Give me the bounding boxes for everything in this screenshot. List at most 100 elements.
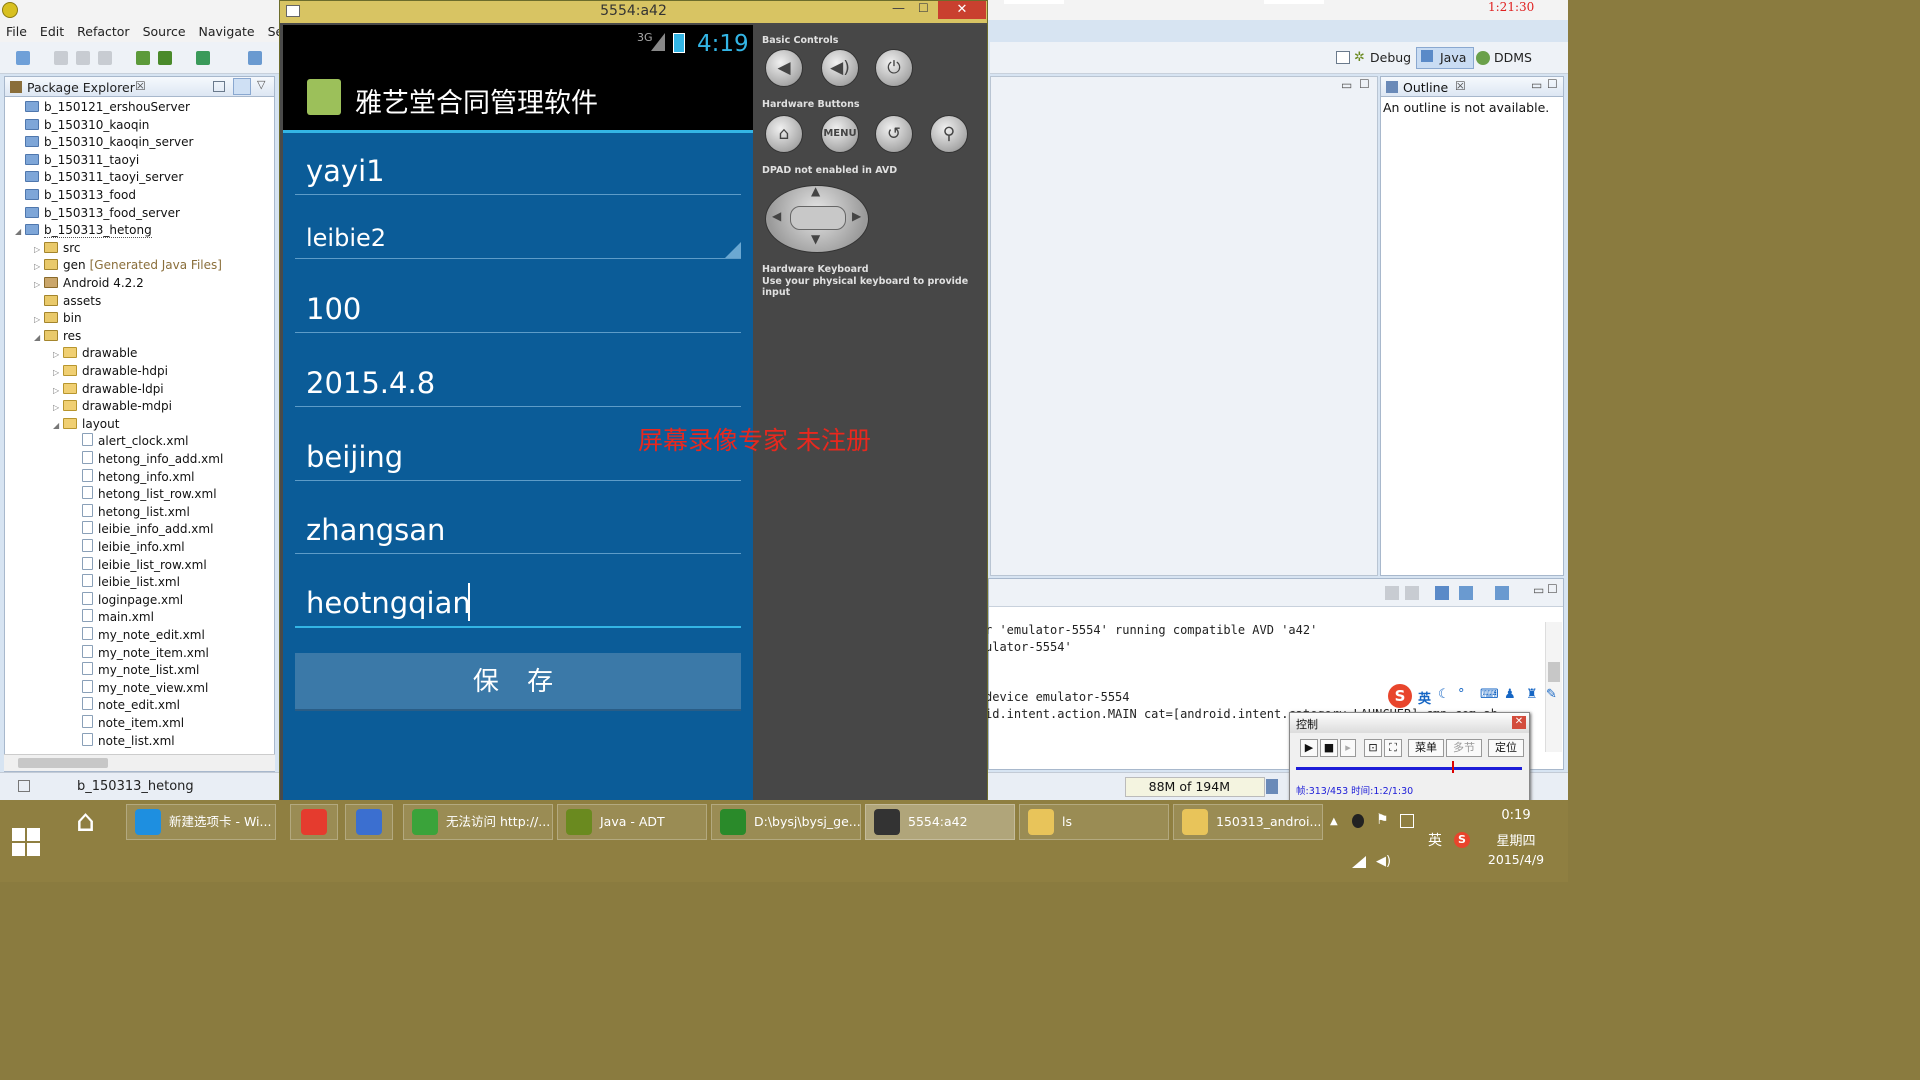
collapsed-icon[interactable]: ▷ [53, 364, 63, 381]
skin-icon[interactable]: ♜ [1526, 687, 1538, 702]
recorder-multi-button[interactable]: 多节 [1446, 739, 1482, 757]
pin-console-icon[interactable] [1435, 586, 1449, 600]
moon-icon[interactable]: ☾ [1438, 687, 1450, 702]
tree-item[interactable]: leibie_list.xml [72, 574, 180, 591]
clock-time[interactable]: 0:19 [1488, 808, 1544, 823]
view-menu-icon[interactable]: ▽ [257, 78, 265, 91]
tree-item[interactable]: ◢ layout [53, 416, 119, 433]
maximize-icon[interactable]: ☐ [1359, 77, 1370, 91]
close-icon[interactable]: ✕ [1512, 716, 1526, 729]
close-view-icon[interactable]: ☒ [135, 79, 146, 93]
volume-up-button[interactable]: ◀) [821, 49, 859, 87]
collapsed-icon[interactable]: ▷ [34, 241, 44, 258]
tree-item[interactable]: leibie_info_add.xml [72, 521, 213, 538]
punctuation-icon[interactable]: ° [1458, 687, 1465, 702]
avd-manager-icon[interactable] [158, 51, 172, 65]
close-view-icon[interactable]: ☒ [1455, 79, 1466, 93]
collapse-all-icon[interactable] [213, 81, 225, 92]
save-all-icon[interactable] [76, 51, 90, 65]
collapsed-icon[interactable]: ▷ [34, 258, 44, 275]
tree-item[interactable]: hetong_list_row.xml [72, 486, 217, 503]
tree-item[interactable]: loginpage.xml [72, 591, 183, 609]
tree-item[interactable]: ▷ drawable-ldpi [53, 381, 164, 398]
fit-window-button[interactable]: ⊡ [1364, 739, 1382, 757]
tree-item[interactable]: ▷ gen [Generated Java Files] [34, 257, 222, 274]
tree-item[interactable]: ▷ src [34, 240, 81, 257]
qq-icon[interactable] [1352, 814, 1364, 828]
volume-down-button[interactable]: ◀ [765, 49, 803, 87]
recorder-progress-track[interactable] [1296, 767, 1522, 770]
minimize-icon[interactable]: ▭ [1533, 583, 1544, 597]
tree-item[interactable]: my_note_view.xml [72, 679, 208, 697]
minimize-icon[interactable]: ▭ [1341, 78, 1352, 92]
tree-item[interactable]: my_note_edit.xml [72, 627, 205, 644]
tree-item[interactable]: ◢ res [34, 328, 81, 345]
open-console-icon[interactable] [1495, 586, 1509, 600]
recorder-progress-marker[interactable] [1451, 761, 1454, 773]
perspective-debug[interactable]: Debug [1370, 50, 1411, 65]
tree-item[interactable]: b_150310_kaoqin_server [15, 134, 193, 151]
collapsed-icon[interactable]: ▷ [53, 382, 63, 399]
package-explorer-title[interactable]: Package Explorer [27, 80, 135, 95]
maximize-button[interactable]: ☐ [918, 1, 929, 15]
garbage-collect-icon[interactable] [1266, 779, 1278, 794]
sogou-logo-icon[interactable]: S [1388, 684, 1412, 708]
perspective-ddms[interactable]: DDMS [1494, 50, 1532, 65]
fullscreen-button[interactable]: ⛶ [1384, 739, 1402, 757]
taskbar-button[interactable] [290, 804, 338, 840]
tree-item[interactable]: leibie_list_row.xml [72, 556, 207, 574]
volume-icon[interactable]: ◀) [1376, 854, 1391, 869]
menu-edit[interactable]: Edit [40, 24, 64, 39]
new-icon[interactable] [16, 51, 30, 65]
link-editor-icon[interactable] [233, 78, 251, 95]
taskbar-button[interactable]: D:\bysj\bysj_ge... [711, 804, 861, 840]
device-icon[interactable] [1400, 814, 1414, 828]
contract-name-field[interactable]: yayi1 [295, 147, 741, 195]
recorder-menu-button[interactable]: 菜单 [1408, 739, 1444, 757]
tree-item[interactable]: hetong_info_add.xml [72, 451, 223, 468]
home-icon[interactable]: ⌂ [76, 804, 95, 839]
tree-item[interactable]: hetong_list.xml [72, 503, 190, 521]
menu-navigate[interactable]: Navigate [199, 24, 255, 39]
tree-item[interactable]: b_150311_taoyi [15, 152, 139, 169]
open-perspective-icon[interactable] [1336, 51, 1350, 64]
horizontal-scrollbar[interactable] [4, 754, 275, 771]
collapsed-icon[interactable]: ▷ [53, 346, 63, 363]
perspective-java[interactable]: Java [1440, 50, 1466, 65]
maximize-icon[interactable]: ☐ [1547, 77, 1558, 91]
ime-language[interactable]: 英 [1418, 688, 1431, 707]
save-button[interactable]: 保 存 [295, 653, 741, 711]
taskbar-button[interactable]: ls [1019, 804, 1169, 840]
taskbar-button[interactable] [345, 804, 393, 840]
tree-item[interactable]: b_150313_food [15, 187, 136, 204]
tree-item[interactable]: note_item.xml [72, 715, 184, 732]
lint-icon[interactable] [196, 51, 210, 65]
tree-item[interactable]: ◢ b_150313_hetong [15, 222, 152, 239]
tree-item[interactable]: b_150313_food_server [15, 205, 180, 222]
maximize-icon[interactable]: ☐ [1547, 582, 1558, 596]
menu-refactor[interactable]: Refactor [77, 24, 129, 39]
taskbar-button[interactable]: 新建选项卡 - Wi... [126, 804, 276, 840]
fast-view-icon[interactable] [18, 780, 30, 792]
menu-source[interactable]: Source [143, 24, 186, 39]
tray-language[interactable]: 英 [1428, 830, 1442, 850]
collapsed-icon[interactable]: ▷ [34, 276, 44, 293]
tree-item[interactable]: hetong_info.xml [72, 468, 195, 486]
collapsed-icon[interactable]: ▷ [53, 399, 63, 416]
tree-item[interactable]: note_edit.xml [72, 697, 180, 714]
taskbar-button[interactable]: Java - ADT [557, 804, 707, 840]
tree-item[interactable]: b_150121_ershouServer [15, 99, 190, 116]
tree-item[interactable]: alert_clock.xml [72, 433, 188, 450]
taskbar-button[interactable]: 150313_androi... [1173, 804, 1323, 840]
save-icon[interactable] [54, 51, 68, 65]
tree-item[interactable]: b_150311_taoyi_server [15, 169, 183, 186]
search-button[interactable]: ⚲ [930, 115, 968, 153]
close-button[interactable]: ✕ [938, 1, 986, 19]
keyboard-icon[interactable]: ⌨ [1480, 687, 1499, 702]
tree-item[interactable]: note_list.xml [72, 732, 175, 750]
tree-item[interactable]: leibie_info.xml [72, 539, 185, 556]
taskbar-button[interactable]: 5554:a42 [865, 804, 1015, 840]
minimize-icon[interactable]: ▭ [1531, 78, 1542, 92]
minimize-button[interactable]: — [892, 1, 905, 16]
tree-item[interactable]: ▷ Android 4.2.2 [34, 275, 144, 292]
